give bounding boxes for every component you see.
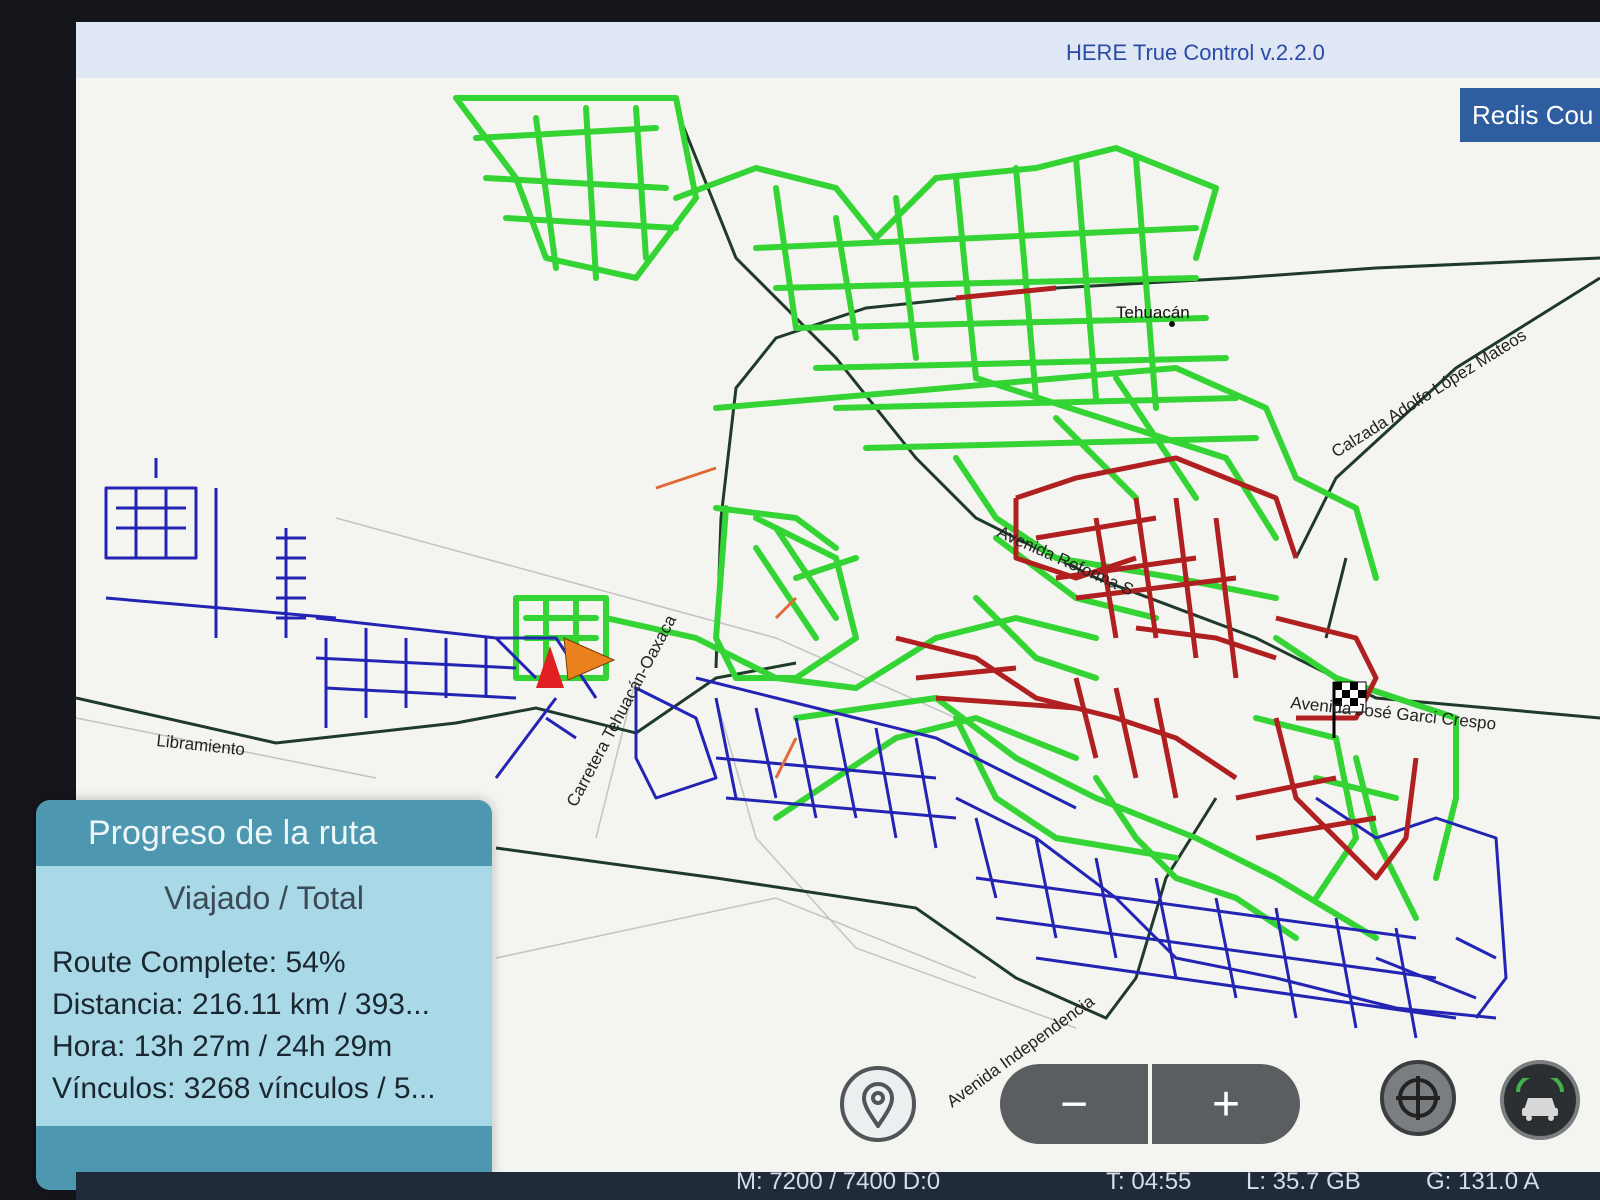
car-follow-icon bbox=[1516, 1078, 1564, 1121]
app-title: HERE True Control v.2.2.0 bbox=[1066, 40, 1325, 65]
status-l: L: 35.7 GB bbox=[1246, 1172, 1361, 1195]
car-follow-button[interactable] bbox=[1500, 1060, 1580, 1140]
panel-subtitle: Viajado / Total bbox=[164, 880, 364, 916]
city-label: Tehuacán bbox=[1116, 303, 1190, 322]
panel-body: Viajado / Total Route Complete: 54% Dist… bbox=[36, 866, 492, 1126]
label-libramiento: Libramiento bbox=[156, 731, 246, 759]
distance-stat: Distancia: 216.11 km / 393... bbox=[52, 988, 430, 1021]
links-stat: Vínculos: 3268 vínculos / 5... bbox=[52, 1072, 436, 1105]
vehicle-position-icon bbox=[536, 646, 564, 688]
status-left: M: 7200 / 7400 D:0 bbox=[736, 1172, 941, 1195]
time-stat: Hora: 13h 27m / 24h 29m bbox=[52, 1030, 393, 1063]
route-complete-stat: Route Complete: 54% bbox=[52, 946, 346, 979]
map-pin-icon bbox=[861, 1082, 895, 1128]
label-carretera: Carretera Tehuacán-Oaxaca bbox=[563, 611, 681, 810]
status-bar: M: 7200 / 7400 D:0 T: 04:55 L: 35.7 GB G… bbox=[76, 1172, 1600, 1200]
label-calzada: Calzada Adolfo López Mateos bbox=[1328, 326, 1530, 462]
route-progress-panel: Progreso de la ruta Viajado / Total Rout… bbox=[36, 800, 492, 1190]
zoom-in-button[interactable]: + bbox=[1152, 1064, 1300, 1144]
traveled-links bbox=[453, 95, 1459, 941]
zoom-out-button[interactable]: − bbox=[1000, 1064, 1148, 1144]
redis-button[interactable]: Redis Cou bbox=[1460, 88, 1600, 142]
title-bar: HERE True Control v.2.2.0 bbox=[76, 22, 1600, 78]
status-time: T: 04:55 bbox=[1106, 1172, 1192, 1195]
crosshair-icon bbox=[1396, 1076, 1440, 1120]
location-button[interactable] bbox=[840, 1066, 916, 1142]
panel-title: Progreso de la ruta bbox=[88, 814, 378, 852]
status-g: G: 131.0 A bbox=[1426, 1172, 1540, 1195]
recenter-button[interactable] bbox=[1380, 1060, 1456, 1136]
